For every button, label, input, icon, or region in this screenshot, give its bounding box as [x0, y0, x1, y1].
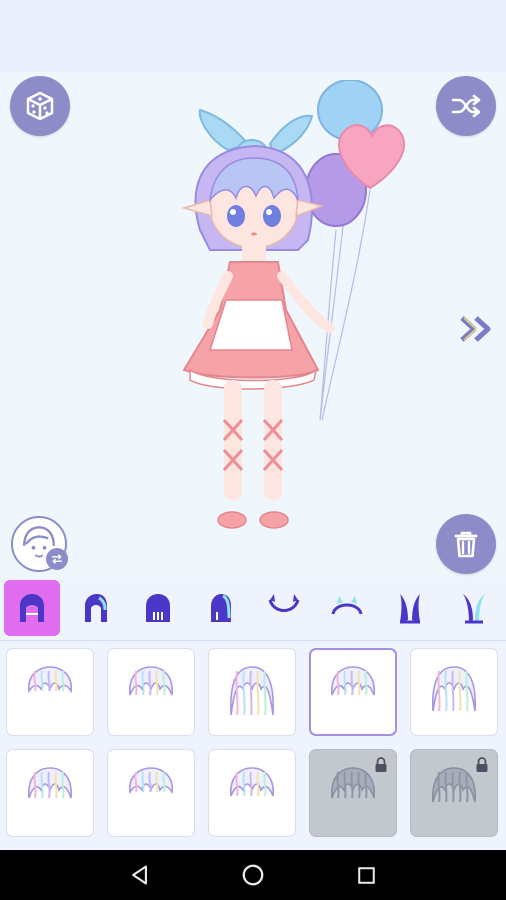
double-chevron-right-icon[interactable]	[458, 314, 498, 344]
category-bar	[0, 578, 506, 642]
random-button[interactable]	[10, 76, 70, 136]
category-tab-bunny-ears[interactable]	[382, 580, 438, 636]
hair-item-tile[interactable]	[410, 648, 498, 736]
hair-item-tile[interactable]	[410, 749, 498, 837]
bunny-ears-alt-icon	[463, 594, 485, 624]
hair-messy-icon	[129, 666, 173, 696]
shuffle-button[interactable]	[436, 76, 496, 136]
hair-full-icon	[20, 594, 44, 622]
character-preview	[181, 80, 406, 529]
lock-icon	[375, 757, 387, 772]
hair-item-tile[interactable]	[208, 749, 296, 837]
category-tab-hair-front[interactable]	[67, 580, 123, 636]
hair-item-tile[interactable]	[208, 648, 296, 736]
trash-button[interactable]	[436, 514, 496, 574]
back-triangle-icon	[132, 865, 147, 885]
hair-wavy-icon	[432, 666, 476, 712]
category-tab-hair-full[interactable]	[4, 580, 60, 636]
hair-straight-icon	[28, 767, 72, 799]
hair-short-icon	[331, 666, 375, 696]
hair-item-tile[interactable]	[309, 648, 397, 736]
hair-curly-icon	[129, 767, 173, 795]
hair-long-icon	[230, 666, 274, 716]
category-tab-horns[interactable]	[256, 580, 312, 636]
shuffle-icon	[451, 94, 481, 118]
swap-badge	[46, 548, 68, 570]
dice-icon	[26, 91, 54, 121]
hair-item-tile[interactable]	[107, 749, 195, 837]
hair-side-part-icon	[230, 767, 274, 797]
hair-item-tile[interactable]	[6, 648, 94, 736]
hair-front-icon	[85, 594, 107, 622]
nav-home-button[interactable]	[240, 862, 266, 888]
home-circle-icon	[242, 864, 264, 886]
status-bar	[0, 0, 506, 72]
hair-item-tile[interactable]	[6, 749, 94, 837]
hair-bob-icon	[28, 666, 72, 694]
swap-arrows-icon	[51, 554, 63, 564]
system-nav-bar	[0, 850, 506, 900]
category-tab-headband[interactable]	[319, 580, 375, 636]
recents-square-icon	[357, 866, 375, 884]
nav-recents-button[interactable]	[353, 862, 379, 888]
category-tab-bunny-ears-alt[interactable]	[445, 580, 501, 636]
bunny-ears-icon	[400, 594, 420, 624]
horns-icon	[268, 594, 300, 612]
lock-icon	[476, 757, 488, 772]
category-tab-hair-side[interactable]	[193, 580, 249, 636]
headband-icon	[331, 596, 363, 615]
item-grid	[0, 641, 506, 848]
hair-item-tile[interactable]	[107, 648, 195, 736]
hair-side-icon	[211, 594, 231, 622]
category-tab-hair-back[interactable]	[130, 580, 186, 636]
hair-item-tile[interactable]	[309, 749, 397, 837]
trash-icon	[454, 531, 478, 558]
hair-back-icon	[146, 594, 170, 622]
nav-back-button[interactable]	[127, 862, 153, 888]
